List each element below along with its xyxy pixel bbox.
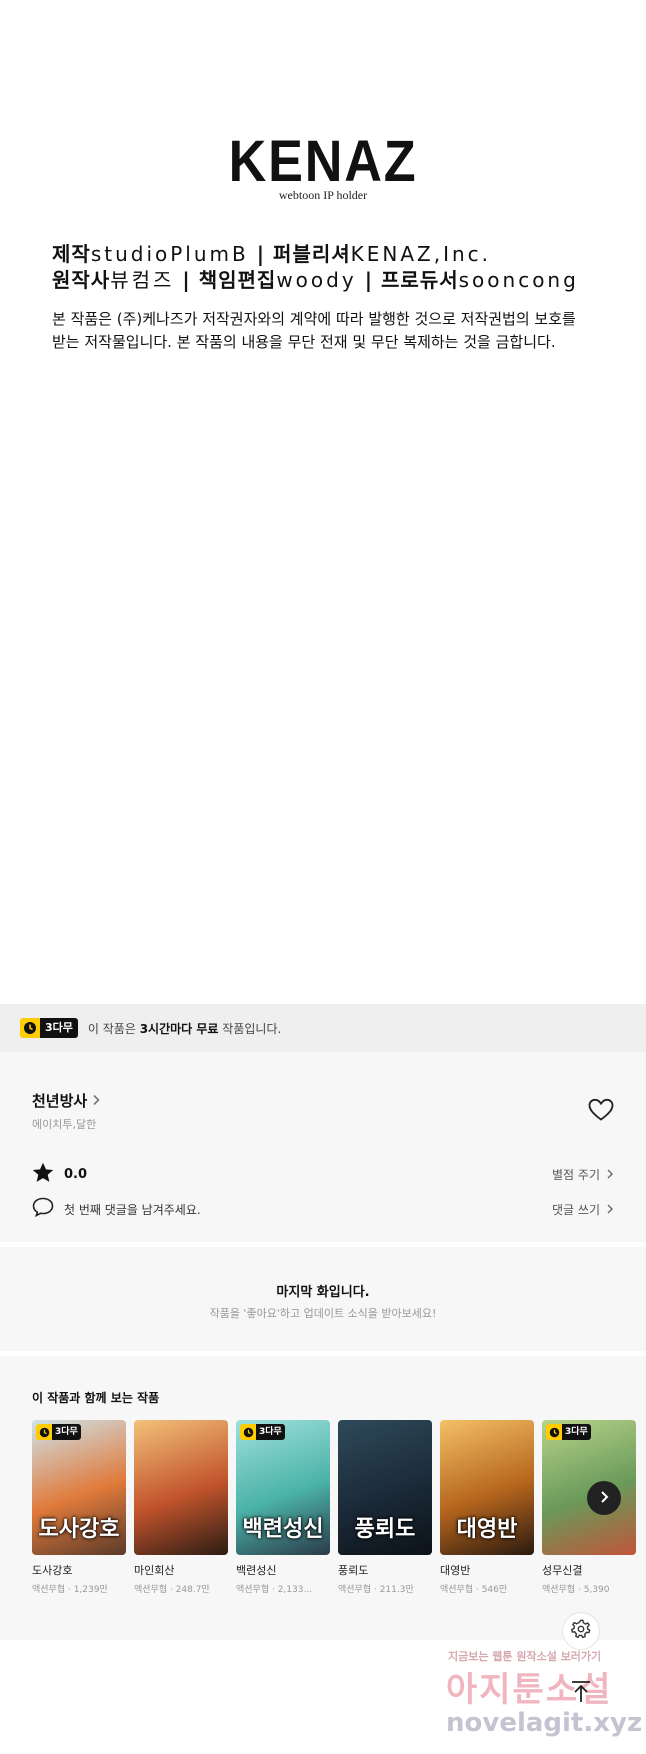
recommendation-cover: 대영반 xyxy=(440,1420,534,1555)
credits-line-2: 원작사뷰컴즈 | 책임편집woody | 프로듀서sooncong xyxy=(52,264,600,293)
clock-icon xyxy=(240,1424,256,1440)
chevron-right-icon xyxy=(606,1168,614,1182)
recommendation-meta: 액션무협 · 248.7만 xyxy=(134,1585,210,1595)
free-wait-badge-label: 3다무 xyxy=(40,1018,78,1038)
credit-value: woody xyxy=(276,268,357,292)
recommendation-title: 풍뢰도 xyxy=(338,1564,369,1577)
banner-text: 이 작품은 3시간마다 무료 작품입니다. xyxy=(88,1020,281,1037)
copyright-notice-line: 받는 저작물입니다. 본 작품의 내용을 무단 전재 및 무단 복제하는 것을 … xyxy=(52,333,556,351)
recommendation-card[interactable]: 3다무 백련성신 백련성신 액션무협 · 2,133... xyxy=(236,1420,330,1595)
credit-separator: | xyxy=(256,242,266,266)
credit-separator: | xyxy=(364,268,374,292)
recommendation-title: 성무신결 xyxy=(542,1564,583,1577)
settings-button[interactable] xyxy=(562,1612,600,1650)
free-wait-badge-label: 3다무 xyxy=(562,1424,591,1440)
chevron-right-icon xyxy=(606,1203,614,1217)
recommendation-cover xyxy=(134,1420,228,1555)
rating-value: 0.0 xyxy=(64,1167,88,1182)
free-wait-badge: 3다무 xyxy=(240,1424,285,1440)
last-episode-section: 마지막 화입니다. 작품을 '좋아요'하고 업데이트 소식을 받아보세요! xyxy=(0,1247,646,1351)
free-wait-badge: 3다무 xyxy=(546,1424,591,1440)
credit-label: 책임편집 xyxy=(198,268,277,292)
credit-label: 퍼블리셔 xyxy=(273,242,351,266)
scroll-top-button[interactable] xyxy=(562,1675,600,1713)
kenaz-logo: KENAZ xyxy=(228,129,418,194)
recommendation-title: 마인회산 xyxy=(134,1564,175,1577)
recommendation-meta: 액션무협 · 211.3만 xyxy=(338,1585,414,1595)
recommendation-card[interactable]: 마인회산액션무협 · 248.7만 xyxy=(134,1420,228,1595)
recommendation-card[interactable]: 3다무 도사강호 도사강호 액션무협 · 1,239만 xyxy=(32,1420,126,1595)
cover-title-text: 대영반 xyxy=(456,1517,518,1542)
carousel-next-button[interactable] xyxy=(587,1481,621,1515)
credit-value: studioPlumB xyxy=(90,242,249,266)
recommendation-title: 도사강호 xyxy=(32,1564,73,1577)
recommendation-title: 대영반 xyxy=(440,1564,471,1577)
recommendation-cover: 3다무백련성신 xyxy=(236,1420,330,1555)
recommendation-card[interactable]: 풍뢰도 풍뢰도 액션무협 · 211.3만 xyxy=(338,1420,432,1595)
recommendation-meta: 액션무협 · 1,239만 xyxy=(32,1585,108,1595)
write-comment-button[interactable]: 댓글 쓰기 xyxy=(552,1201,614,1218)
free-wait-badge: 3다무 xyxy=(20,1018,78,1038)
series-title: 천년방사 xyxy=(32,1092,88,1110)
recommendations-carousel: 3다무 도사강호 도사강호 액션무협 · 1,239만 마인회산 액션무협 · 248.7… xyxy=(32,1420,646,1620)
credit-label: 제작 xyxy=(52,242,91,266)
credits-page-image: KENAZ webtoon IP holder 제작studioPlumB | 퍼블… xyxy=(0,0,646,1003)
copyright-notice-line: 본 작품은 (주)케나즈가 저작권자와의 계약에 따라 발행한 것으로 저작권법… xyxy=(52,310,576,328)
banner-text-highlight: 3시간마다 무료 xyxy=(139,1021,219,1036)
recommendation-title: 백련성신 xyxy=(236,1564,277,1577)
banner-text-part: 작품입니다. xyxy=(218,1021,282,1036)
free-every-3h-banner: 3다무 이 작품은 3시간마다 무료 작품입니다. xyxy=(0,1004,646,1052)
comment-row[interactable]: 첫 번째 댓글을 남겨주세요. xyxy=(32,1197,201,1221)
chevron-right-icon xyxy=(598,1489,610,1508)
recommendation-cover: 3다무도사강호 xyxy=(32,1420,126,1555)
cover-title-text: 도사강호 xyxy=(38,1517,120,1542)
credit-separator: | xyxy=(182,268,191,292)
rate-button-label: 별점 주기 xyxy=(552,1168,600,1182)
title-link[interactable]: 천년방사 xyxy=(32,1090,101,1111)
kenaz-logo-subtitle: webtoon IP holder xyxy=(278,188,368,202)
credit-value: sooncong xyxy=(458,268,579,292)
clock-icon xyxy=(20,1018,40,1038)
free-wait-badge: 3다무 xyxy=(36,1424,81,1440)
speech-bubble-icon xyxy=(32,1197,54,1221)
recommendation-card[interactable]: 대영반 대영반 액션무협 · 546만 xyxy=(440,1420,534,1595)
rating-row: 0.0 xyxy=(32,1162,87,1187)
watermark-url: novelagit.xyz xyxy=(446,1708,643,1738)
heart-icon[interactable] xyxy=(588,1098,614,1122)
series-author: 에이치투,달한 xyxy=(32,1118,97,1131)
clock-icon xyxy=(36,1424,52,1440)
recommendations-section: 이 작품과 함께 보는 작품 3다무 도사강호 도사강호 액션무협 · 1,239만 마… xyxy=(0,1356,646,1640)
star-icon xyxy=(32,1162,54,1187)
cover-title-text: 풍뢰도 xyxy=(354,1517,416,1542)
banner-text-part: 이 작품은 xyxy=(87,1021,140,1036)
recommendation-meta: 액션무협 · 5,390 xyxy=(542,1585,610,1595)
copyright-notice: 본 작품은 (주)케나즈가 저작권자와의 계약에 따라 발행한 것으로 저작권법… xyxy=(52,308,600,354)
recommendation-meta: 액션무협 · 2,133... xyxy=(236,1585,313,1595)
arrow-up-icon xyxy=(570,1680,592,1708)
last-episode-subtitle: 작품을 '좋아요'하고 업데이트 소식을 받아보세요! xyxy=(209,1307,437,1320)
recommendation-meta: 액션무협 · 546만 xyxy=(440,1585,508,1595)
credit-label: 원작사 xyxy=(52,268,111,292)
recommendation-cover: 풍뢰도 xyxy=(338,1420,432,1555)
last-episode-title: 마지막 화입니다. xyxy=(276,1285,370,1300)
credit-value: 뷰컴즈 xyxy=(110,268,175,292)
comment-prompt: 첫 번째 댓글을 남겨주세요. xyxy=(64,1202,201,1217)
credits-line-1: 제작studioPlumB | 퍼블리셔KENAZ,Inc. xyxy=(52,238,600,267)
rate-button[interactable]: 별점 주기 xyxy=(552,1166,614,1183)
clock-icon xyxy=(546,1424,562,1440)
write-comment-label: 댓글 쓰기 xyxy=(552,1203,600,1217)
free-wait-badge-label: 3다무 xyxy=(256,1424,285,1440)
credit-value: KENAZ,Inc. xyxy=(350,242,492,266)
free-wait-badge-label: 3다무 xyxy=(52,1424,81,1440)
recommendations-heading: 이 작품과 함께 보는 작품 xyxy=(32,1391,160,1405)
title-info-section: 천년방사 에이치투,달한 0.0 별점 주기 첫 번째 댓글을 남겨주세요. 댓… xyxy=(0,1052,646,1242)
credit-label: 프로듀서 xyxy=(381,268,459,292)
cover-title-text: 백련성신 xyxy=(242,1517,324,1542)
chevron-right-icon xyxy=(91,1091,101,1110)
gear-icon xyxy=(570,1618,592,1644)
